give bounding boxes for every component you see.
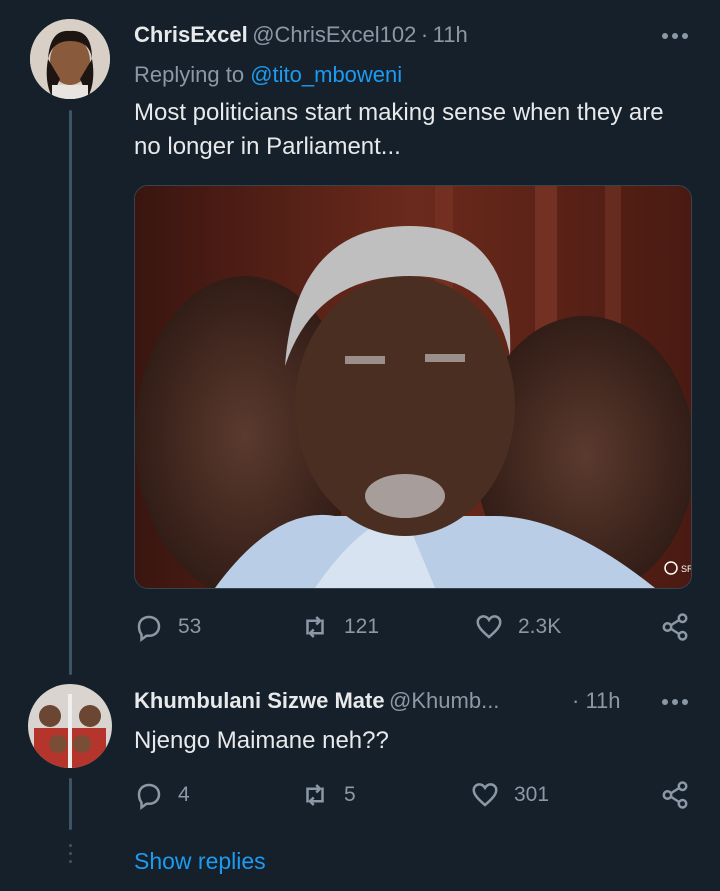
reply-icon [137, 783, 161, 810]
reply-separator: · [572, 688, 580, 713]
retweet-button[interactable]: 121 [300, 612, 379, 642]
like-button[interactable]: 2.3K [474, 612, 561, 642]
reply-count: 53 [178, 615, 202, 638]
reply-icon [137, 615, 161, 642]
retweet-icon [306, 616, 324, 638]
thread-line [69, 110, 72, 675]
share-button[interactable] [660, 612, 690, 642]
reply-share-button[interactable] [660, 780, 690, 810]
reply-thread-line [69, 778, 72, 830]
mention-link[interactable]: @tito_mboweni [250, 62, 402, 87]
reply-retweet-count: 5 [344, 783, 356, 806]
handle[interactable]: @ChrisExcel102 [252, 22, 416, 47]
tweet-image[interactable]: SR [134, 185, 692, 589]
share-icon [662, 781, 688, 809]
retweet-icon [306, 784, 324, 806]
timestamp[interactable]: 11h [433, 22, 468, 47]
like-count: 2.3K [518, 615, 562, 638]
reply-reply-button[interactable]: 4 [134, 780, 190, 810]
tweet-text: Most politicians start making sense when… [134, 99, 664, 160]
reply-display-name[interactable]: Khumbulani Sizwe Mate [134, 688, 385, 713]
tweet-header: ChrisExcel @ChrisExcel102 · 11h [134, 22, 468, 48]
reply-button[interactable]: 53 [134, 612, 201, 642]
reply-avatar[interactable] [28, 684, 112, 768]
share-icon [662, 613, 688, 641]
heart-icon [472, 783, 498, 807]
reply-header: Khumbulani Sizwe Mate @Khumb... [134, 688, 499, 714]
heart-icon [476, 615, 502, 639]
more-options-icon[interactable] [660, 26, 690, 46]
reply-timestamp[interactable]: 11h [585, 688, 620, 713]
retweet-count: 121 [344, 615, 380, 638]
display-name[interactable]: ChrisExcel [134, 22, 248, 47]
reply-reply-count: 4 [178, 783, 190, 806]
reply-like-button[interactable]: 301 [470, 780, 549, 810]
reply-handle[interactable]: @Khumb... [389, 688, 499, 713]
thread-gap-dots [69, 844, 72, 863]
separator: · [420, 22, 429, 47]
image-watermark: SR [681, 564, 691, 574]
reply-like-count: 301 [514, 783, 550, 806]
reply-time-block: · 11h [572, 688, 621, 714]
avatar[interactable] [30, 19, 110, 99]
reply-text: Njengo Maimane neh?? [134, 727, 389, 754]
replying-to: Replying to @tito_mboweni [134, 62, 402, 88]
replying-prefix: Replying to [134, 62, 245, 87]
show-replies-link[interactable]: Show replies [134, 848, 266, 875]
reply-retweet-button[interactable]: 5 [300, 780, 356, 810]
reply-more-options-icon[interactable] [660, 692, 690, 712]
